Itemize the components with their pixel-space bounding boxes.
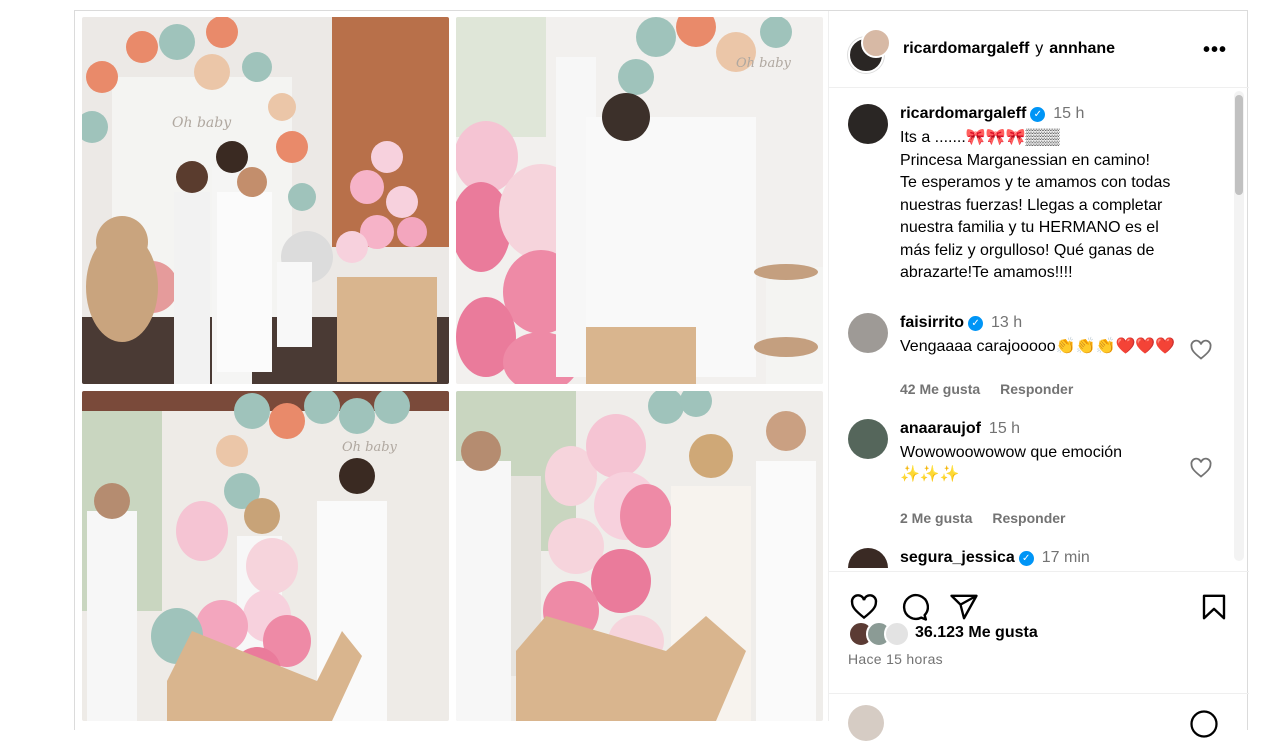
photo-bottom-left: Oh baby — [82, 391, 449, 721]
oh-baby-sign: Oh baby — [172, 115, 232, 131]
divider — [829, 693, 1249, 694]
caption-line: nuestra familia y tu HERMANO es el — [900, 219, 1159, 236]
comment-username[interactable]: anaaraujof — [900, 420, 981, 437]
liker-avatar[interactable] — [884, 621, 910, 647]
comment-meta: 2 Me gusta Responder — [900, 510, 1085, 526]
instagram-post: Oh baby Oh baby Oh baby ricardomargaleff… — [74, 10, 1249, 741]
comment-text: Vengaaaa carajooooo👏👏👏❤️❤️❤️ — [900, 338, 1176, 355]
verified-icon: ✓ — [1030, 107, 1046, 122]
photo-top-left: Oh baby — [82, 17, 449, 384]
caption-line: Te esperamos y te amamos con todas — [900, 174, 1171, 191]
bookmark-icon[interactable] — [1199, 592, 1229, 622]
comment-meta: 42 Me gusta Responder — [900, 381, 1093, 397]
emoji-icon[interactable] — [1189, 709, 1219, 739]
caption-line: más feliz y orgulloso! Qué ganas de — [900, 241, 1155, 259]
comment-text: Wowowoowowow que emoción — [900, 444, 1123, 461]
caption-line: abrazarte!Te amamos!!!! — [900, 264, 1073, 281]
reply-button[interactable]: Responder — [1000, 381, 1073, 397]
comments-section[interactable]: ricardomargaleff ✓ 15 h Its a .......🎀🎀🎀▒▒… — [829, 88, 1233, 568]
caption-time[interactable]: 15 h — [1053, 105, 1084, 122]
verified-icon: ✓ — [1018, 551, 1034, 566]
caption-line: Its a .......🎀🎀🎀▒▒▒ — [900, 129, 1060, 146]
comment-avatar[interactable] — [848, 313, 888, 353]
comment-like-icon[interactable] — [1189, 338, 1213, 362]
comment-time[interactable]: 17 min — [1042, 549, 1090, 566]
post-header: ricardomargaleff y annhane ••• — [829, 11, 1249, 88]
share-icon[interactable] — [949, 592, 979, 622]
post-media-collage[interactable]: Oh baby Oh baby Oh baby — [76, 11, 828, 721]
caption-avatar[interactable] — [848, 104, 888, 144]
oh-baby-sign-2: Oh baby — [736, 56, 792, 71]
current-user-avatar — [848, 705, 884, 741]
comment-time[interactable]: 15 h — [989, 420, 1020, 437]
comment-avatar[interactable] — [848, 419, 888, 459]
comment-username[interactable]: faisirrito — [900, 314, 964, 331]
header-conjunction: y — [1035, 40, 1044, 57]
comment-icon[interactable] — [899, 592, 929, 622]
heart-icon[interactable] — [849, 592, 879, 622]
header-user1[interactable]: ricardomargaleff — [903, 40, 1029, 57]
reply-button[interactable]: Responder — [992, 510, 1065, 526]
photo-top-right: Oh baby — [456, 17, 823, 384]
caption-line: nuestras fuerzas! Llegas a completar — [900, 196, 1163, 214]
post-side-panel: ricardomargaleff y annhane ••• ricardomarg… — [828, 11, 1249, 741]
oh-baby-sign-3: Oh baby — [342, 440, 398, 455]
caption-username[interactable]: ricardomargaleff — [900, 105, 1026, 122]
avatar-secondary[interactable] — [861, 28, 891, 58]
photo-bottom-right — [456, 391, 823, 721]
caption-line: Princesa Marganessian en camino! — [900, 151, 1150, 169]
verified-icon: ✓ — [968, 316, 984, 331]
comment-username[interactable]: segura_jessica — [900, 549, 1015, 566]
header-user2[interactable]: annhane — [1049, 40, 1115, 57]
comment-time[interactable]: 13 h — [991, 314, 1022, 331]
more-options-icon[interactable]: ••• — [1203, 39, 1227, 62]
comment-likes[interactable]: 2 Me gusta — [900, 510, 972, 526]
post-time-ago[interactable]: Hace 15 horas — [848, 651, 943, 667]
comment-like-icon[interactable] — [1189, 456, 1213, 480]
comment-likes[interactable]: 42 Me gusta — [900, 381, 980, 397]
comment-avatar[interactable] — [848, 548, 888, 568]
comments-scrollbar-thumb[interactable] — [1235, 95, 1243, 195]
likes-count[interactable]: 36.123 Me gusta — [915, 624, 1038, 642]
header-usernames: ricardomargaleff y annhane — [903, 40, 1115, 58]
comment-text-2: ✨✨✨ — [900, 466, 960, 483]
